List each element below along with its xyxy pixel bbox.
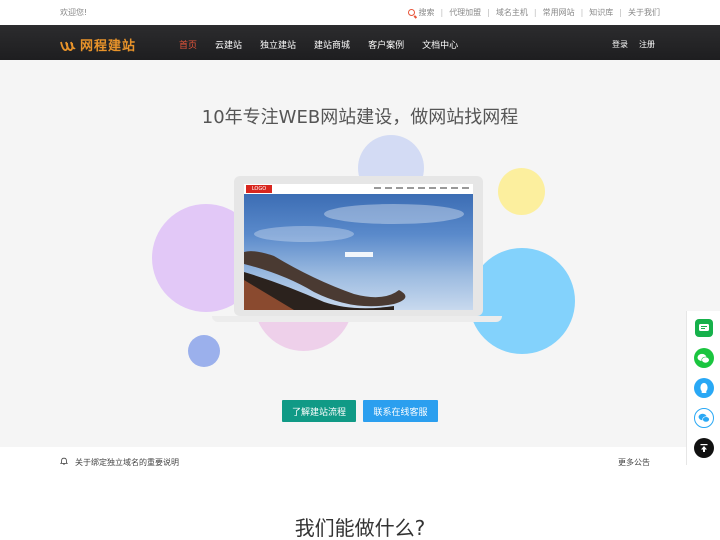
divider: |: [487, 8, 490, 17]
top-bar: 欢迎您! 搜索 | 代理加盟 | 域名主机 | 常用网站 | 知识库 | 关于我…: [0, 0, 720, 25]
back-to-top-icon: [693, 438, 714, 458]
nav-item-home[interactable]: 首页: [179, 38, 197, 51]
logo-text: 网程建站: [80, 39, 137, 54]
nav-item-docs[interactable]: 文档中心: [422, 38, 458, 51]
float-back-to-top-button[interactable]: [686, 431, 720, 465]
mock-logo: LOGO: [246, 185, 272, 193]
wechat-alt-icon: [693, 408, 714, 428]
float-wechat-alt-button[interactable]: [686, 401, 720, 435]
top-link-search[interactable]: 搜索: [418, 7, 434, 18]
online-service-button[interactable]: 联系在线客服: [363, 400, 438, 422]
page: 欢迎您! 搜索 | 代理加盟 | 域名主机 | 常用网站 | 知识库 | 关于我…: [0, 0, 720, 540]
search-icon[interactable]: [408, 9, 416, 16]
divider: |: [580, 8, 584, 17]
nav-item-independent-build[interactable]: 独立建站: [260, 38, 296, 51]
float-qq-button[interactable]: [686, 371, 720, 405]
bell-icon: [60, 457, 68, 465]
laptop-base: [212, 316, 502, 322]
laptop-mockup: LOGO: [234, 176, 483, 316]
mock-menu: [374, 187, 473, 189]
nav-item-cloud-build[interactable]: 云建站: [215, 38, 242, 51]
nav-item-shop[interactable]: 建站商城: [314, 38, 350, 51]
mock-roof-illustration: [244, 204, 464, 310]
welcome-text: 欢迎您!: [60, 8, 88, 17]
decor-circle: [188, 335, 220, 367]
top-link-agent[interactable]: 代理加盟: [449, 7, 481, 18]
login-link[interactable]: 登录: [612, 39, 628, 50]
top-links: 搜索 | 代理加盟 | 域名主机 | 常用网站 | 知识库 | 关于我们: [408, 7, 660, 18]
top-link-knowledge[interactable]: 知识库: [589, 7, 613, 18]
main-nav: 网程建站 首页 云建站 独立建站 建站商城 客户案例 文档中心 登录 注册: [0, 25, 720, 60]
decor-circle: [498, 168, 545, 215]
divider: |: [440, 8, 444, 17]
float-chat-button[interactable]: [686, 311, 720, 345]
site-logo[interactable]: 网程建站: [60, 35, 136, 54]
divider: |: [619, 8, 622, 17]
top-link-common-sites[interactable]: 常用网站: [543, 7, 575, 18]
hero-banner: 10年专注WEB网站建设，做网站找网程 LOGO 了解建站流程 联系在线客服: [0, 60, 720, 447]
float-wechat-button[interactable]: [686, 341, 720, 375]
laptop-screen: LOGO: [244, 184, 473, 310]
top-link-domain[interactable]: 域名主机: [496, 7, 528, 18]
qq-icon: [693, 378, 714, 398]
hero-title: 10年专注WEB网站建设，做网站找网程: [201, 107, 519, 128]
top-link-about[interactable]: 关于我们: [628, 7, 660, 18]
decor-circle: [469, 248, 575, 354]
nav-menu: 首页 云建站 独立建站 建站商城 客户案例 文档中心: [179, 38, 476, 51]
more-notices-link[interactable]: 更多公告: [618, 457, 650, 468]
logo-mark-icon: [60, 41, 76, 51]
services-section-title: 我们能做什么?: [294, 516, 426, 540]
notice-link[interactable]: 关于绑定独立域名的重要说明: [75, 457, 179, 468]
mock-header: LOGO: [244, 184, 473, 194]
chat-icon: [694, 319, 713, 337]
mock-hero-image: [244, 194, 473, 310]
nav-item-cases[interactable]: 客户案例: [368, 38, 404, 51]
divider: |: [533, 8, 537, 17]
auth-links: 登录 注册: [601, 39, 655, 50]
wechat-icon: [693, 348, 714, 368]
notice-bar: 关于绑定独立域名的重要说明 更多公告: [0, 447, 720, 476]
build-process-button[interactable]: 了解建站流程: [282, 400, 356, 422]
register-link[interactable]: 注册: [639, 39, 655, 50]
